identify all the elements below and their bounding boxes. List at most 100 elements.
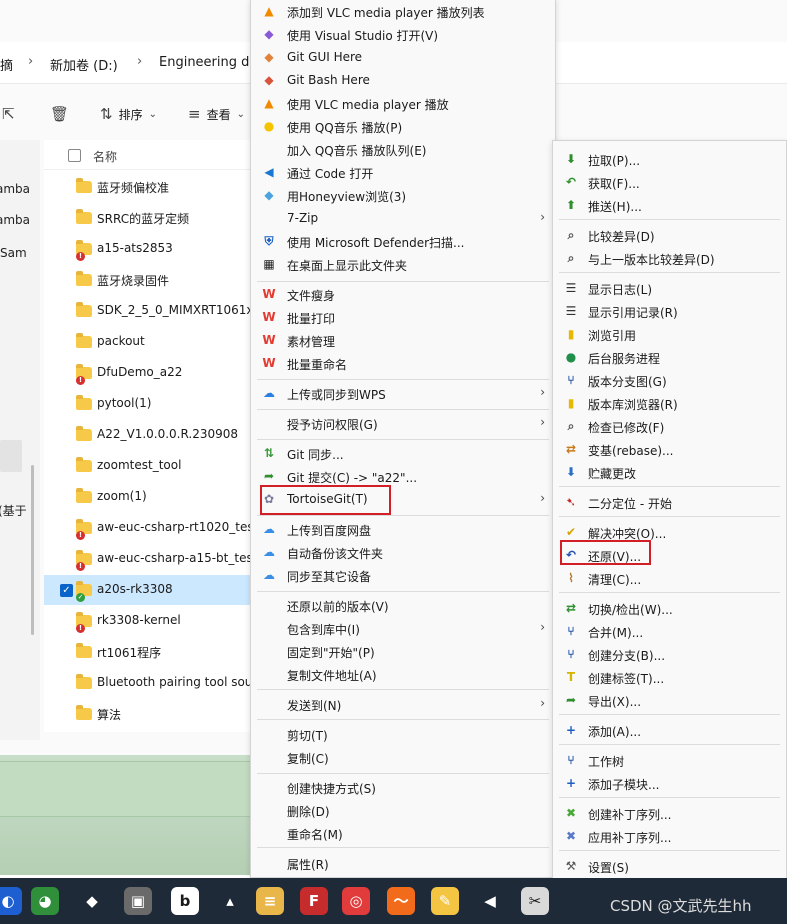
file-row[interactable]: zoom(1) [44,482,252,512]
menu-item[interactable]: 剪切(T) [251,723,555,746]
menu-item[interactable]: ⑂ 创建分支(B)... [553,643,786,666]
file-row[interactable]: rt1061程序 [44,637,252,667]
menu-item[interactable]: ⛨ 使用 Microsoft Defender扫描... [251,230,555,253]
breadcrumb-item[interactable]: 新加卷 (D:) [50,55,118,74]
file-row[interactable]: packout [44,327,252,357]
menu-item[interactable]: W 批量打印 [251,306,555,329]
file-row[interactable]: zoomtest_tool [44,451,252,481]
feishu-icon[interactable]: ◆ [78,887,106,915]
menu-item[interactable]: ◆ Git GUI Here [251,46,555,69]
file-row[interactable]: ✓ ✓ a20s-rk3308 [44,575,252,605]
menu-item[interactable]: ⑂ 工作树 [553,749,786,772]
name-column-header[interactable]: 名称 [93,148,117,165]
menu-item[interactable]: 复制文件地址(A) [251,663,555,686]
menu-item[interactable]: 属性(R) [251,852,555,875]
menu-item[interactable]: ☁ 上传到百度网盘 [251,518,555,541]
menu-item[interactable]: ☁ 自动备份该文件夹 [251,541,555,564]
netease-music-icon[interactable]: ◎ [342,887,370,915]
select-all-checkbox[interactable] [68,149,81,162]
sort-button[interactable]: ⇅ 排序 ⌄ [100,105,157,123]
file-row[interactable]: A22_V1.0.0.0.R.230908 [44,420,252,450]
menu-item[interactable]: ➦ 导出(X)... [553,689,786,712]
snipping-tool-icon[interactable]: ✂ [521,887,549,915]
menu-item[interactable]: 包含到库中(I) › [251,617,555,640]
nav-scrollbar[interactable] [31,465,34,635]
breadcrumb-item[interactable]: 摘 [0,55,13,74]
view-button[interactable]: ≡ 查看 ⌄ [188,105,245,123]
menu-item[interactable]: ⬇ 拉取(P)... [553,148,786,171]
row-checkbox[interactable]: ✓ [60,584,73,597]
menu-item[interactable]: 加入 QQ音乐 播放队列(E) [251,138,555,161]
menu-item[interactable]: 复制(C) [251,746,555,769]
menu-item[interactable]: ● 使用 QQ音乐 播放(P) [251,115,555,138]
menu-item[interactable]: ⇅ Git 同步... [251,442,555,465]
image-viewer-icon[interactable]: ▣ [124,887,152,915]
menu-item[interactable]: 重命名(M) [251,822,555,845]
menu-item[interactable]: ⬆ 推送(H)... [553,194,786,217]
menu-item[interactable]: + 添加(A)... [553,719,786,742]
share-icon[interactable]: ⇱ [2,105,15,123]
menu-item[interactable]: ◆ 用Honeyview浏览(3) [251,184,555,207]
nav-item[interactable]: amba [0,213,30,227]
menu-item[interactable]: ⌕ 比较差异(D) [553,224,786,247]
menu-item[interactable]: ☁ 上传或同步到WPS › [251,382,555,405]
file-row[interactable]: ! rk3308-kernel [44,606,252,636]
menu-item[interactable]: W 批量重命名 [251,352,555,375]
menu-item[interactable]: ◆ Git Bash Here [251,69,555,92]
menu-item[interactable]: ⑂ 合并(M)... [553,620,786,643]
menu-item[interactable]: 发送到(N) › [251,693,555,716]
menu-item[interactable]: 创建快捷方式(S) [251,776,555,799]
menu-item[interactable]: ⬇ 贮藏更改 [553,461,786,484]
file-row[interactable]: ! aw-euc-csharp-rt1020_test [44,513,252,543]
menu-item[interactable]: 授予访问权限(G) › [251,412,555,435]
menu-item[interactable]: W 文件瘦身 [251,283,555,306]
wechat-icon[interactable]: ◕ [31,887,59,915]
file-row[interactable]: SRRC的蓝牙定频 [44,203,252,233]
menu-item[interactable]: + 添加子模块... [553,772,786,795]
nav-item[interactable]: Sam [0,246,27,260]
cat-app-icon[interactable]: ▴ [216,887,244,915]
nav-selected-item[interactable] [0,440,22,472]
menu-item[interactable]: ⌕ 与上一版本比较差异(D) [553,247,786,270]
menu-item[interactable]: ▮ 版本库浏览器(R) [553,392,786,415]
breadcrumb-item[interactable]: Engineering do [159,55,257,70]
file-row[interactable]: SDK_2_5_0_MIMXRT1061xx [44,296,252,326]
menu-item[interactable]: T 创建标签(T)... [553,666,786,689]
vscode-taskbar-icon[interactable]: ◀ [476,887,504,915]
file-row[interactable]: 蓝牙烧录固件 [44,265,252,295]
memo-app-icon[interactable]: ✎ [431,887,459,915]
file-row[interactable]: 蓝牙频偏校准 [44,172,252,202]
menu-item[interactable]: ⌇ 清理(C)... [553,567,786,590]
delete-icon[interactable]: 🗑 [50,105,69,123]
menu-item[interactable]: ☁ 同步至其它设备 [251,564,555,587]
column-header[interactable]: 名称 [44,140,252,170]
taskbar-app-icon[interactable]: ◐ [0,887,22,915]
menu-item[interactable]: ☰ 显示日志(L) [553,277,786,300]
menu-item[interactable]: ⇄ 变基(rebase)... [553,438,786,461]
filezilla-icon[interactable]: F [300,887,328,915]
menu-item[interactable]: ▲ 使用 VLC media player 播放 [251,92,555,115]
menu-item[interactable]: ▦ 在桌面上显示此文件夹 [251,253,555,276]
bilibili-icon[interactable]: b [171,887,199,915]
menu-item[interactable]: W 素材管理 [251,329,555,352]
file-row[interactable]: ! DfuDemo_a22 [44,358,252,388]
nav-item[interactable]: amba [0,182,30,196]
sunlogin-icon[interactable]: 〜 [387,887,415,915]
menu-item[interactable]: ✖ 创建补丁序列... [553,802,786,825]
menu-item[interactable]: ⇄ 切换/检出(W)... [553,597,786,620]
file-row[interactable]: ! aw-euc-csharp-a15-bt_test [44,544,252,574]
menu-item[interactable]: 删除(D) [251,799,555,822]
menu-item[interactable]: ▲ 添加到 VLC media player 播放列表 [251,0,555,23]
menu-item[interactable]: ⚒ 设置(S) [553,855,786,878]
menu-item[interactable]: 固定到"开始"(P) [251,640,555,663]
menu-item[interactable]: 还原以前的版本(V) [251,594,555,617]
file-row[interactable]: ! a15-ats2853 [44,234,252,264]
nav-item[interactable]: (基于 [0,502,27,519]
menu-item[interactable]: ⌕ 检查已修改(F) [553,415,786,438]
notepad-icon[interactable]: ≡ [256,887,284,915]
file-row[interactable]: pytool(1) [44,389,252,419]
menu-item[interactable]: ☰ 显示引用记录(R) [553,300,786,323]
menu-item[interactable]: ▮ 浏览引用 [553,323,786,346]
menu-item[interactable]: 7-Zip › [251,207,555,230]
menu-item[interactable]: ◆ 使用 Visual Studio 打开(V) [251,23,555,46]
